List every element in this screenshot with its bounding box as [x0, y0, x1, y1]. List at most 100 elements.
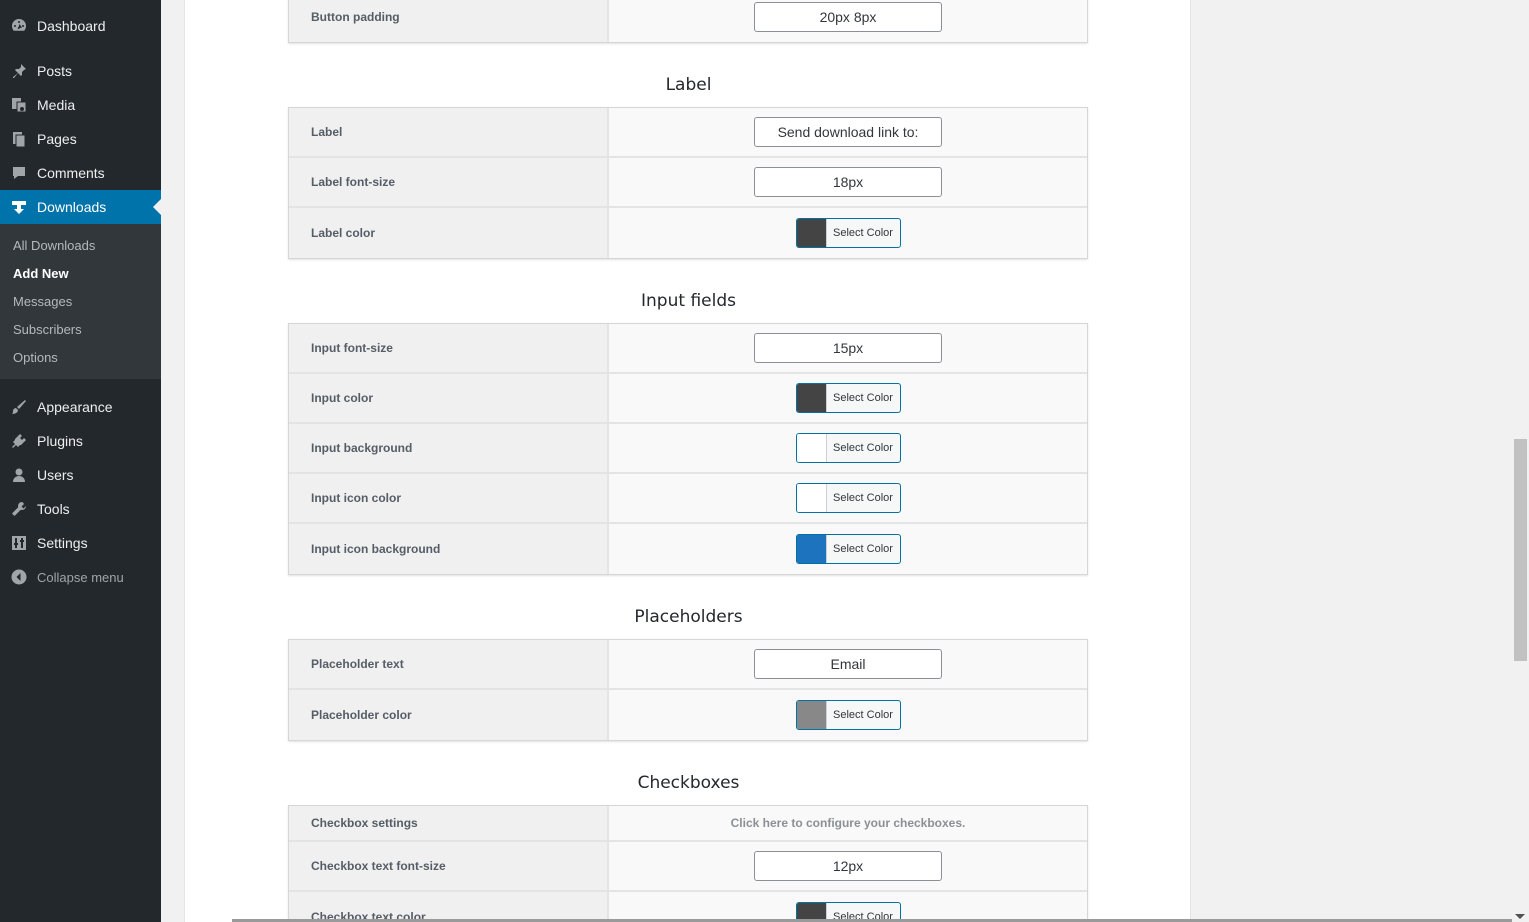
- menu-item-downloads[interactable]: Downloads: [0, 190, 161, 224]
- menu-item-comments[interactable]: Comments: [0, 156, 161, 190]
- color-swatch: [796, 434, 827, 462]
- dashboard-icon: [9, 16, 29, 36]
- setting-value-cell: Select Color: [609, 524, 1087, 574]
- input-icon-color-picker-button[interactable]: Select Color: [795, 483, 901, 513]
- select-color-label: Select Color: [833, 392, 893, 404]
- setting-row-label: Label: [289, 108, 1087, 158]
- select-color-label: Select Color: [833, 709, 893, 721]
- submenu-all-downloads[interactable]: All Downloads: [13, 238, 95, 253]
- setting-value-cell: Select Color: [609, 374, 1087, 422]
- plugin-icon: [9, 431, 29, 451]
- pages-icon: [9, 129, 29, 149]
- checkbox-font-size-input[interactable]: [754, 851, 942, 881]
- setting-row-input-icon-background: Input icon background Select Color: [289, 524, 1087, 574]
- menu-item-users[interactable]: Users: [0, 458, 161, 492]
- menu-item-posts[interactable]: Posts: [0, 54, 161, 88]
- placeholder-color-picker-button[interactable]: Select Color: [795, 700, 901, 730]
- settings-sliders-icon: [9, 533, 29, 553]
- comments-icon: [9, 163, 29, 183]
- collapse-arrow-icon: [9, 567, 29, 587]
- setting-label: Input icon color: [289, 474, 609, 522]
- menu-item-settings[interactable]: Settings: [0, 526, 161, 560]
- main-content: Button padding Label Label Label font-si…: [184, 0, 1191, 922]
- admin-sidebar: Dashboard Posts Media Pages Comments Dow…: [0, 0, 161, 922]
- setting-label: Checkbox text font-size: [289, 842, 609, 890]
- menu-item-media[interactable]: Media: [0, 88, 161, 122]
- setting-label: Label color: [289, 208, 609, 258]
- section-title-input-fields: Input fields: [641, 291, 736, 311]
- section-title-placeholders: Placeholders: [634, 607, 743, 627]
- collapse-menu-button[interactable]: Collapse menu: [0, 560, 161, 594]
- select-color-label: Select Color: [833, 543, 893, 555]
- setting-row-checkbox-font-size: Checkbox text font-size: [289, 842, 1087, 892]
- configure-checkboxes-link[interactable]: Click here to configure your checkboxes.: [731, 816, 966, 830]
- menu-label-dashboard: Dashboard: [37, 18, 106, 34]
- submenu-options[interactable]: Options: [13, 350, 58, 365]
- color-swatch: [796, 384, 827, 412]
- vertical-scrollbar[interactable]: [1512, 0, 1529, 922]
- setting-value-cell: Select Color: [609, 690, 1087, 740]
- menu-label-posts: Posts: [37, 63, 73, 79]
- button-padding-input[interactable]: [754, 2, 942, 32]
- setting-value-cell: [609, 158, 1087, 206]
- setting-row-input-color: Input color Select Color: [289, 374, 1087, 424]
- menu-label-plugins: Plugins: [37, 433, 83, 449]
- submenu-subscribers[interactable]: Subscribers: [13, 322, 82, 337]
- pushpin-icon: [9, 61, 29, 81]
- setting-label: Input icon background: [289, 524, 609, 574]
- label-color-picker-button[interactable]: Select Color: [795, 218, 901, 248]
- checkboxes-settings-table: Checkbox settings Click here to configur…: [288, 805, 1088, 922]
- setting-value-cell: Select Color: [609, 474, 1087, 522]
- setting-row-button-padding: Button padding: [289, 0, 1087, 42]
- input-background-picker-button[interactable]: Select Color: [795, 433, 901, 463]
- button-settings-table: Button padding: [288, 0, 1088, 43]
- scroll-down-arrow-icon[interactable]: [1515, 914, 1525, 919]
- setting-value-cell: Select Color: [609, 424, 1087, 472]
- input-font-size-input[interactable]: [754, 333, 942, 363]
- label-settings-table: Label Label font-size Label color Select…: [288, 107, 1088, 259]
- setting-value-cell: [609, 324, 1087, 372]
- menu-item-tools[interactable]: Tools: [0, 492, 161, 526]
- scrollbar-thumb[interactable]: [1514, 439, 1527, 661]
- setting-row-input-font-size: Input font-size: [289, 324, 1087, 374]
- setting-label: Input color: [289, 374, 609, 422]
- label-font-size-input[interactable]: [754, 167, 942, 197]
- submenu-add-new[interactable]: Add New: [13, 266, 69, 281]
- setting-label: Placeholder text: [289, 640, 609, 688]
- wrench-icon: [9, 499, 29, 519]
- setting-value-cell: [609, 0, 1087, 42]
- setting-row-checkbox-settings: Checkbox settings Click here to configur…: [289, 806, 1087, 842]
- paintbrush-icon: [9, 397, 29, 417]
- setting-label: Label: [289, 108, 609, 156]
- menu-item-appearance[interactable]: Appearance: [0, 390, 161, 424]
- setting-label: Input background: [289, 424, 609, 472]
- setting-label: Input font-size: [289, 324, 609, 372]
- menu-label-downloads: Downloads: [37, 199, 107, 215]
- submenu-messages[interactable]: Messages: [13, 294, 72, 309]
- setting-label: Checkbox settings: [289, 806, 609, 840]
- section-title-checkboxes: Checkboxes: [637, 773, 740, 793]
- setting-value-cell: [609, 640, 1087, 688]
- menu-label-appearance: Appearance: [37, 399, 113, 415]
- media-icon: [9, 95, 29, 115]
- setting-label: Label font-size: [289, 158, 609, 206]
- color-swatch: [796, 701, 827, 729]
- setting-label: Button padding: [289, 0, 609, 42]
- select-color-label: Select Color: [833, 492, 893, 504]
- input-icon-background-picker-button[interactable]: Select Color: [795, 534, 901, 564]
- menu-item-pages[interactable]: Pages: [0, 122, 161, 156]
- placeholder-text-input[interactable]: [754, 649, 942, 679]
- setting-value-cell: Select Color: [609, 892, 1087, 922]
- setting-label: Placeholder color: [289, 690, 609, 740]
- menu-label-comments: Comments: [37, 165, 105, 181]
- color-swatch: [796, 535, 827, 563]
- setting-label: Checkbox text color: [289, 892, 609, 922]
- select-color-label: Select Color: [833, 227, 893, 239]
- label-text-input[interactable]: [754, 117, 942, 147]
- color-swatch: [796, 484, 827, 512]
- active-menu-arrow: [153, 199, 161, 215]
- menu-item-dashboard[interactable]: Dashboard: [0, 9, 161, 43]
- menu-item-plugins[interactable]: Plugins: [0, 424, 161, 458]
- placeholders-settings-table: Placeholder text Placeholder color Selec…: [288, 639, 1088, 741]
- input-color-picker-button[interactable]: Select Color: [795, 383, 901, 413]
